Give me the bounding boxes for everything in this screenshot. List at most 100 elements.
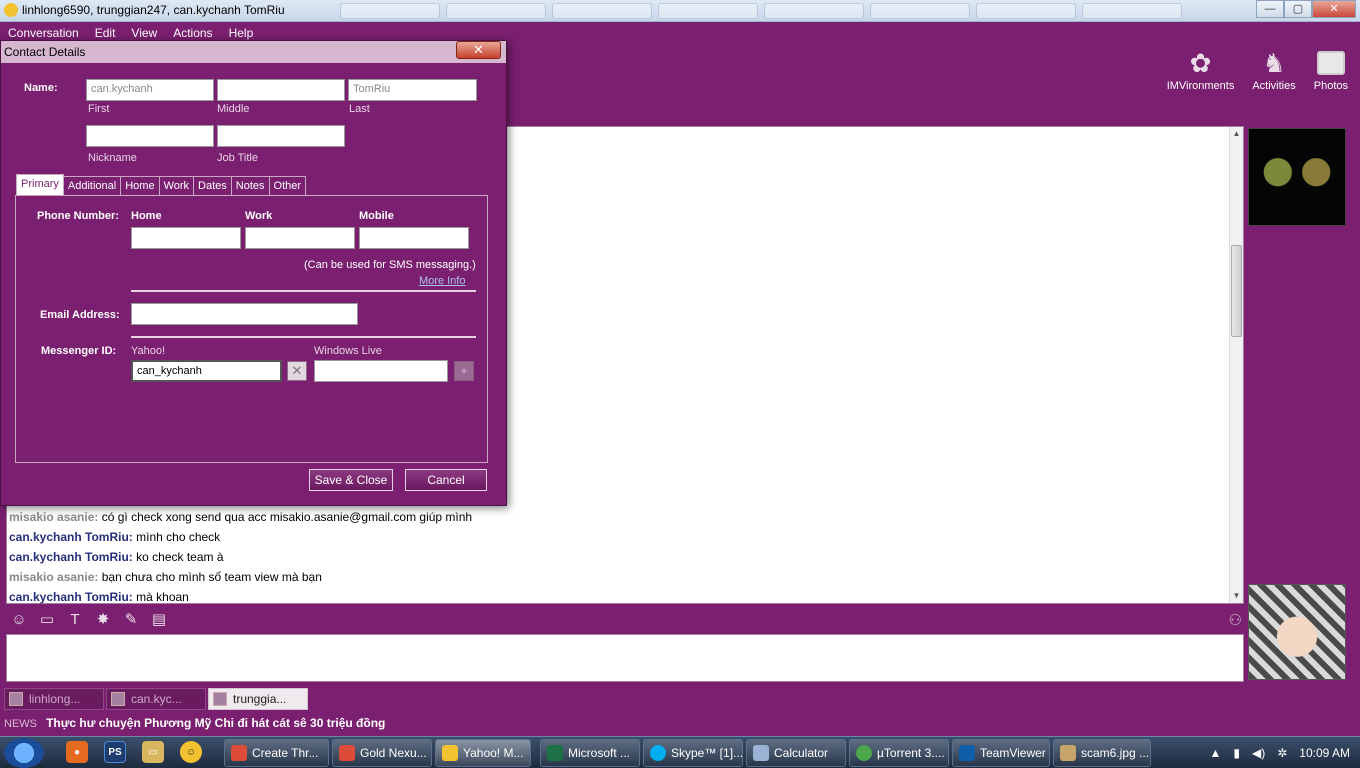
scroll-up-icon[interactable]: ▲ xyxy=(1230,127,1243,141)
dialog-close-button[interactable]: ✕ xyxy=(456,41,501,59)
attach-file-icon[interactable]: ✎ xyxy=(122,611,140,629)
maximize-button[interactable]: ▢ xyxy=(1284,0,1312,18)
name-label: Name: xyxy=(24,82,58,94)
windows-live-id-input[interactable] xyxy=(314,360,448,382)
start-button[interactable] xyxy=(4,738,44,768)
task-image-viewer[interactable]: scam6.jpg ... xyxy=(1053,739,1151,767)
tab-other[interactable]: Other xyxy=(268,176,307,195)
audible-icon[interactable]: ▭ xyxy=(38,611,56,629)
background-browser-tabs xyxy=(340,3,1182,19)
volume-icon[interactable]: ◀) xyxy=(1252,746,1265,760)
task-chrome-gold[interactable]: Gold Nexu... xyxy=(332,739,432,767)
photoshop-icon[interactable]: PS xyxy=(104,741,126,763)
message: can.kychanh TomRiu: mà khoan xyxy=(9,587,1209,607)
tab-work[interactable]: Work xyxy=(158,176,195,195)
conv-tab-trunggian[interactable]: trunggia... xyxy=(208,688,308,710)
messenger-id-label: Messenger ID: xyxy=(41,345,117,357)
tab-additional[interactable]: Additional xyxy=(62,176,122,195)
task-yahoo-messenger[interactable]: Yahoo! M... xyxy=(435,739,531,767)
chrome-icon xyxy=(339,745,355,761)
last-name-input[interactable]: TomRiu xyxy=(348,79,477,101)
task-microsoft-excel[interactable]: Microsoft ... xyxy=(540,739,640,767)
phone-mobile-label: Mobile xyxy=(359,210,394,222)
task-calculator[interactable]: Calculator xyxy=(746,739,846,767)
task-skype[interactable]: Skype™ [1]... xyxy=(643,739,743,767)
tab-home[interactable]: Home xyxy=(120,176,160,195)
divider xyxy=(131,290,476,292)
photos-button[interactable]: Photos xyxy=(1314,46,1348,92)
folder-icon[interactable]: ▭ xyxy=(142,741,164,763)
message-list: misakio asanie: có gì check xong send qu… xyxy=(9,507,1209,607)
more-info-link[interactable]: More Info xyxy=(419,275,465,287)
message: can.kychanh TomRiu: mình cho check xyxy=(9,527,1209,547)
chess-knight-icon: ♞ xyxy=(1262,47,1286,78)
buzz-icon[interactable]: ✸ xyxy=(94,611,112,629)
window-titlebar: linhlong6590, trunggian247, can.kychanh … xyxy=(0,0,1360,22)
news-headline[interactable]: Thực hư chuyện Phương Mỹ Chi đi hát cát … xyxy=(46,716,385,730)
conversation-toolbar: ✿ IMVironments ♞ Activities Photos xyxy=(1166,46,1348,93)
cancel-button[interactable]: Cancel xyxy=(405,469,487,491)
text-format-icon[interactable]: T xyxy=(66,611,84,629)
middle-name-input[interactable] xyxy=(217,79,345,101)
message-input[interactable] xyxy=(6,634,1244,682)
phone-home-label: Home xyxy=(131,210,162,222)
imvironments-button[interactable]: ✿ IMVironments xyxy=(1166,46,1235,93)
network-signal-icon[interactable]: ▮ xyxy=(1233,746,1240,760)
phone-home-input[interactable] xyxy=(131,227,241,249)
window-controls: — ▢ ✕ xyxy=(1256,0,1356,18)
share-icon[interactable]: ▤ xyxy=(150,611,168,629)
nickname-input[interactable] xyxy=(86,125,214,147)
emoticon-icon[interactable]: ☺ xyxy=(10,611,28,629)
tab-notes[interactable]: Notes xyxy=(230,176,270,195)
last-label: Last xyxy=(349,103,370,115)
chat-scrollbar[interactable]: ▲ ▼ xyxy=(1229,127,1243,603)
photos-icon xyxy=(1314,46,1348,80)
activities-button[interactable]: ♞ Activities xyxy=(1252,46,1295,93)
message-text: mà khoan xyxy=(136,590,189,604)
conv-tab-cankychanh[interactable]: can.kyc... xyxy=(106,688,206,710)
my-avatar[interactable] xyxy=(1248,584,1346,680)
yahoo-messenger-icon xyxy=(4,3,18,17)
clock[interactable]: 10:09 AM xyxy=(1299,746,1350,760)
tab-avatar-icon xyxy=(213,692,227,706)
phone-mobile-input[interactable] xyxy=(359,227,469,249)
scrollbar-thumb[interactable] xyxy=(1231,245,1242,337)
buddy-avatar[interactable] xyxy=(1248,128,1346,226)
sync-icon[interactable]: ✲ xyxy=(1277,746,1287,760)
phone-work-input[interactable] xyxy=(245,227,355,249)
remove-id-icon[interactable]: ✕ xyxy=(287,361,307,381)
nickname-label: Nickname xyxy=(88,152,137,164)
task-chrome-create[interactable]: Create Thr... xyxy=(224,739,329,767)
divider xyxy=(131,336,476,338)
window-title: linhlong6590, trunggian247, can.kychanh … xyxy=(4,3,285,17)
message: can.kychanh TomRiu: ko check team à xyxy=(9,547,1209,567)
background-tab xyxy=(552,3,652,19)
show-hidden-icons-icon[interactable]: ▲ xyxy=(1210,746,1222,760)
scroll-down-icon[interactable]: ▼ xyxy=(1230,589,1243,603)
add-contact-icon[interactable]: ⚇ xyxy=(1229,611,1242,629)
tab-dates[interactable]: Dates xyxy=(193,176,232,195)
yahoo-messenger-icon[interactable]: ☺ xyxy=(180,741,202,763)
firefox-icon[interactable]: ● xyxy=(66,741,88,763)
message-sender: misakio asanie: xyxy=(9,570,99,584)
email-address-input[interactable] xyxy=(131,303,358,325)
message-sender: can.kychanh TomRiu: xyxy=(9,590,133,604)
add-id-icon[interactable]: + xyxy=(454,361,474,381)
yahoo-id-input[interactable]: can_kychanh xyxy=(131,360,282,382)
task-utorrent[interactable]: µTorrent 3.... xyxy=(849,739,949,767)
message-sender: can.kychanh TomRiu: xyxy=(9,550,133,564)
conv-tab-linhlong[interactable]: linhlong... xyxy=(4,688,104,710)
tab-primary[interactable]: Primary xyxy=(16,174,64,195)
task-label: µTorrent 3.... xyxy=(877,746,945,760)
minimize-button[interactable]: — xyxy=(1256,0,1284,18)
save-close-button[interactable]: Save & Close xyxy=(309,469,393,491)
sms-note: (Can be used for SMS messaging.) xyxy=(304,259,476,271)
first-name-input[interactable]: can.kychanh xyxy=(86,79,214,101)
close-window-button[interactable]: ✕ xyxy=(1312,0,1356,18)
conv-tab-label: linhlong... xyxy=(29,692,81,706)
email-address-label: Email Address: xyxy=(40,309,120,321)
job-title-input[interactable] xyxy=(217,125,345,147)
imvironments-label: IMVironments xyxy=(1166,80,1235,92)
task-teamviewer[interactable]: TeamViewer xyxy=(952,739,1050,767)
news-ticker[interactable]: NEWS Thực hư chuyện Phương Mỹ Chi đi hát… xyxy=(4,716,385,730)
